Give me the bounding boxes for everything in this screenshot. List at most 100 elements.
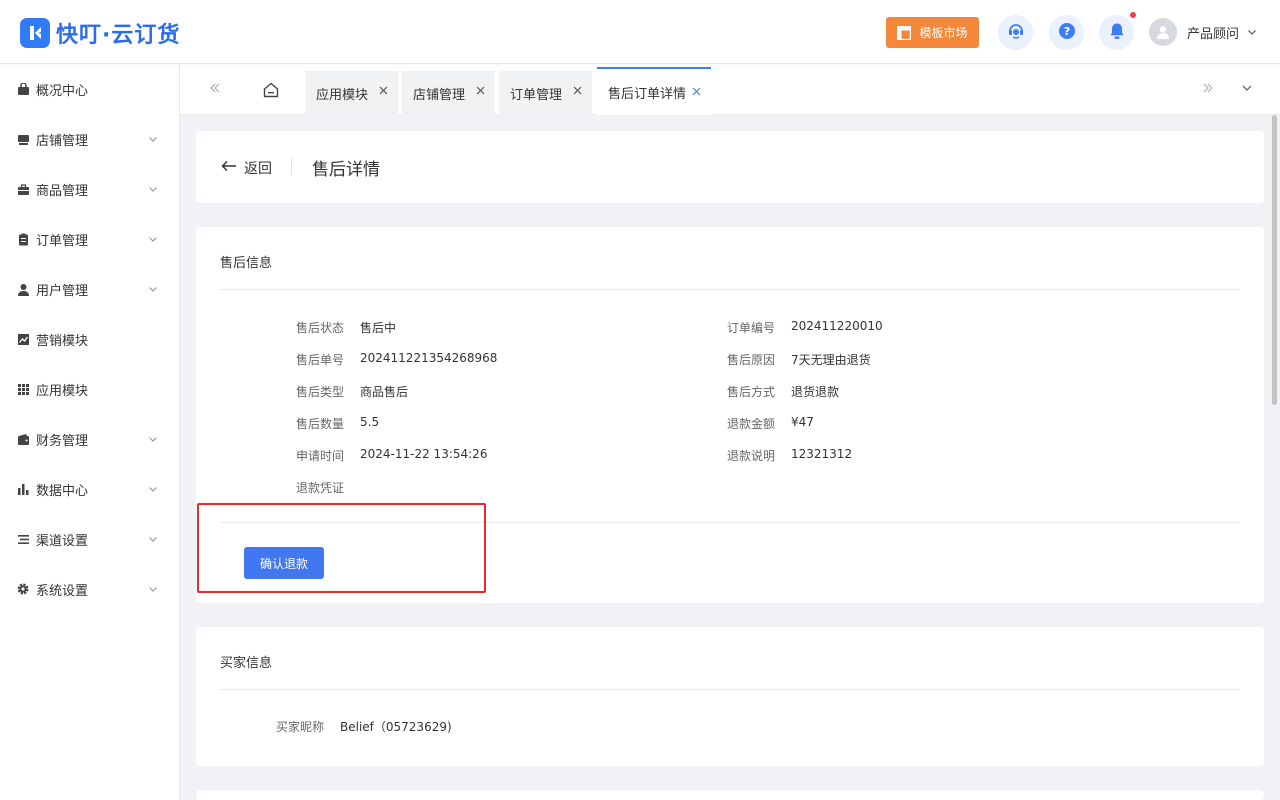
field-label: 退款凭证 (295, 481, 344, 495)
sidebar-item-store[interactable]: 店铺管理 (0, 114, 179, 164)
user-menu[interactable]: 产品顾问 (1149, 18, 1257, 46)
close-icon[interactable] (573, 86, 582, 95)
svg-text:?: ? (1063, 25, 1069, 38)
page-title: 售后详情 (312, 160, 380, 180)
trend-chart-icon (16, 332, 30, 346)
sidebar-item-channel[interactable]: 渠道设置 (0, 514, 179, 564)
buyer-nickname: Belief（05723629) (340, 720, 452, 734)
store-icon (16, 132, 30, 146)
chevron-down-icon (148, 584, 158, 594)
sidebar-item-data[interactable]: 数据中心 (0, 464, 179, 514)
sidebar-item-label: 渠道设置 (36, 534, 89, 549)
close-icon[interactable] (379, 86, 388, 95)
close-icon[interactable] (692, 87, 701, 96)
template-market-button[interactable]: 模板市场 (886, 17, 979, 48)
customer-service-button[interactable] (998, 15, 1033, 50)
sidebar-item-label: 系统设置 (36, 584, 89, 599)
top-header: 快叮·云订货 模板市场 ? 产品顾问 (0, 0, 1280, 64)
sidebar-item-goods[interactable]: 商品管理 (0, 164, 179, 214)
field-label: 退款说明 (726, 449, 775, 463)
tabs-menu-chevron-down-icon[interactable] (1241, 82, 1253, 94)
tab-after-sale-detail[interactable]: 售后订单详情 (597, 67, 711, 115)
field-label: 售后单号 (295, 353, 344, 367)
section-title: 买家信息 (220, 656, 273, 671)
field-value: ¥47 (791, 415, 814, 429)
grid-icon (16, 382, 30, 396)
wallet-icon (16, 432, 30, 446)
field-label: 退款金额 (726, 417, 775, 431)
tab-label: 订单管理 (510, 87, 563, 103)
help-button[interactable]: ? (1049, 15, 1084, 50)
scroll-left-icon[interactable] (209, 82, 221, 94)
sidebar-item-label: 营销模块 (36, 334, 89, 349)
arrow-left-icon[interactable] (221, 160, 237, 172)
field-value: 202411221354268968 (360, 351, 498, 365)
field-label: 申请时间 (295, 449, 344, 463)
briefcase-icon (16, 182, 30, 196)
tab-orders[interactable]: 订单管理 (499, 71, 592, 115)
scrollbar-thumb[interactable] (1272, 115, 1277, 405)
sidebar-item-label: 订单管理 (36, 234, 89, 249)
field-value: 12321312 (791, 447, 853, 461)
sidebar-item-marketing[interactable]: 营销模块 (0, 314, 179, 364)
divider (220, 689, 1240, 690)
sidebar-item-label: 财务管理 (36, 434, 89, 449)
sidebar-item-users[interactable]: 用户管理 (0, 264, 179, 314)
field-label: 订单编号 (726, 321, 775, 335)
logo[interactable]: 快叮·云订货 (20, 17, 180, 49)
field-value: 5.5 (360, 415, 380, 429)
customer-service-icon (1007, 22, 1025, 44)
notification-dot (1130, 12, 1136, 18)
scroll-right-icon[interactable] (1202, 82, 1214, 94)
back-button[interactable]: 返回 (244, 158, 272, 178)
field-value: 202411220010 (791, 319, 883, 333)
field-label: 售后状态 (295, 321, 344, 335)
chevron-down-icon (148, 434, 158, 444)
close-icon[interactable] (476, 86, 485, 95)
title-divider (291, 157, 292, 175)
template-icon (897, 25, 912, 40)
user-icon (16, 282, 30, 296)
tab-label: 应用模块 (316, 87, 369, 103)
highlight-box (197, 503, 486, 593)
next-card (196, 790, 1264, 800)
bar-chart-icon (16, 482, 30, 496)
chevron-down-icon (148, 534, 158, 544)
sidebar-item-finance[interactable]: 财务管理 (0, 414, 179, 464)
field-label: 买家昵称 (275, 720, 324, 734)
tab-label: 售后订单详情 (608, 86, 687, 102)
field-label: 售后方式 (726, 385, 775, 399)
sidebar-item-label: 店铺管理 (36, 134, 89, 149)
dashboard-icon (16, 82, 30, 96)
sidebar-item-apps[interactable]: 应用模块 (0, 364, 179, 414)
section-title: 售后信息 (220, 256, 273, 271)
field-label: 售后原因 (726, 353, 775, 367)
user-avatar-icon (1149, 18, 1177, 46)
sidebar-item-label: 数据中心 (36, 484, 89, 499)
template-market-label: 模板市场 (919, 26, 968, 40)
sidebar-item-overview[interactable]: 概况中心 (0, 64, 179, 114)
list-icon (16, 532, 30, 546)
buyer-info-card: 买家信息 买家昵称 Belief（05723629) (196, 627, 1264, 766)
field-label: 售后类型 (295, 385, 344, 399)
sidebar: 概况中心 店铺管理 商品管理 订单管理 用户管理 营销模块 应用模块 财务管理 … (0, 64, 180, 800)
chevron-down-icon (148, 284, 158, 294)
sidebar-item-orders[interactable]: 订单管理 (0, 214, 179, 264)
sidebar-item-settings[interactable]: 系统设置 (0, 564, 179, 614)
chevron-down-icon (1247, 27, 1257, 37)
tab-store[interactable]: 店铺管理 (402, 71, 495, 115)
clipboard-icon (16, 232, 30, 246)
sidebar-item-label: 应用模块 (36, 384, 89, 399)
tab-apps[interactable]: 应用模块 (305, 71, 398, 115)
home-icon[interactable] (262, 81, 280, 99)
chevron-down-icon (148, 134, 158, 144)
field-value: 商品售后 (360, 385, 409, 399)
tab-bar: 应用模块 店铺管理 订单管理 售后订单详情 (180, 64, 1280, 115)
field-label: 售后数量 (295, 417, 344, 431)
user-name: 产品顾问 (1187, 26, 1240, 42)
page-header-card: 返回 售后详情 (196, 131, 1264, 203)
field-value: 退货退款 (791, 385, 840, 399)
sidebar-item-label: 商品管理 (36, 184, 89, 199)
logo-icon (20, 18, 50, 48)
notification-button[interactable] (1099, 15, 1134, 50)
